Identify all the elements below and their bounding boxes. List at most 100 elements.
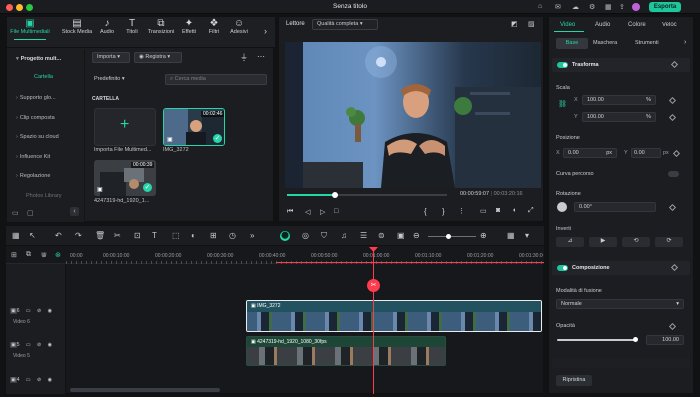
- play-back-icon[interactable]: ◁: [305, 208, 310, 216]
- import-media-tile[interactable]: +: [94, 108, 156, 146]
- playhead-line[interactable]: [373, 248, 374, 394]
- eye-icon[interactable]: ◉: [48, 377, 52, 383]
- more-tools-icon[interactable]: »: [250, 231, 254, 240]
- shield-icon[interactable]: ⛉: [321, 231, 327, 241]
- sidebar-item-progetto[interactable]: ▾ Progetto mult...: [16, 56, 78, 62]
- mark-out-icon[interactable]: }: [442, 207, 445, 216]
- lock-icon[interactable]: ⊘: [37, 342, 41, 348]
- zoom-in-icon[interactable]: ⊕: [480, 231, 487, 240]
- play-icon[interactable]: ▷: [320, 208, 325, 216]
- tab-lettore[interactable]: Lettore: [286, 21, 305, 27]
- timeline-scrollbar[interactable]: [70, 388, 220, 392]
- add-track-icon[interactable]: ⊞: [11, 251, 17, 259]
- sidebar-item-supporto[interactable]: › Supporto glo...: [16, 95, 78, 101]
- record-dropdown[interactable]: ◉ Registra ▾: [134, 52, 182, 63]
- cloud-icon[interactable]: ☁: [572, 3, 579, 11]
- curve-toggle[interactable]: [668, 171, 679, 177]
- chevron-down-icon[interactable]: ▾: [525, 231, 529, 240]
- stabilize-icon[interactable]: ⊞: [210, 231, 217, 240]
- eye-icon[interactable]: ◉: [48, 308, 52, 314]
- display-icon[interactable]: ▭: [480, 207, 487, 215]
- zoom-slider[interactable]: [428, 234, 476, 239]
- export-button[interactable]: Esporta: [649, 2, 681, 12]
- opacity-slider-handle[interactable]: [633, 337, 638, 342]
- microphone-icon[interactable]: ♫: [341, 231, 347, 240]
- flip-vertical-icon[interactable]: ▶: [589, 237, 617, 247]
- gift-icon[interactable]: ✉: [555, 3, 561, 11]
- import-dropdown[interactable]: Importa ▾: [92, 52, 130, 63]
- tab-colore[interactable]: Colore: [628, 22, 646, 28]
- more-options-icon[interactable]: ⋯: [257, 52, 265, 61]
- snap-icon[interactable]: ⊛: [55, 251, 61, 259]
- tab-file-multimediali[interactable]: ▣ File Multimediali: [10, 18, 50, 35]
- save-icon[interactable]: ⌂: [538, 3, 542, 10]
- lock-icon[interactable]: ⊘: [37, 308, 41, 314]
- transform-toggle[interactable]: [557, 62, 568, 68]
- tab-velocita[interactable]: Veloc: [662, 22, 692, 28]
- quality-dropdown[interactable]: Qualità completa ▾: [312, 19, 378, 30]
- player-progress-handle[interactable]: [332, 192, 338, 198]
- grid-icon[interactable]: ▦: [507, 231, 515, 240]
- link-track-icon[interactable]: ⧉: [26, 251, 31, 259]
- share-icon[interactable]: ⇪: [619, 3, 625, 11]
- composite-toggle[interactable]: [557, 265, 568, 271]
- scissors-icon[interactable]: ✂: [114, 231, 121, 240]
- rotation-field[interactable]: 0.00°: [574, 202, 656, 212]
- volume-icon[interactable]: ◖: [512, 207, 516, 214]
- color-palette-icon[interactable]: ◐: [191, 231, 196, 240]
- scissors-icon[interactable]: ✂: [367, 279, 380, 292]
- zoom-slider-handle[interactable]: [446, 234, 451, 239]
- fullscreen-icon[interactable]: ⤢: [528, 207, 534, 215]
- eye-icon[interactable]: ◉: [48, 342, 52, 348]
- timeline-clip-4247319[interactable]: ▣ 4247319-hd_1920_1080_30fps: [246, 336, 446, 366]
- flip-horizontal-icon[interactable]: ⊿: [556, 237, 584, 247]
- layout-icon[interactable]: ▦: [12, 231, 20, 240]
- mark-in-icon[interactable]: {: [424, 207, 427, 216]
- image-icon[interactable]: ▨: [528, 20, 535, 28]
- media-thumbnail-img3272[interactable]: 00:02:46 ✓ ▣: [163, 108, 225, 146]
- camera-icon[interactable]: ◙: [496, 207, 500, 214]
- tab-adesivi[interactable]: ☺ Adesivi: [219, 18, 259, 35]
- rotate-right-icon[interactable]: ⟳: [655, 237, 683, 247]
- folder-icon[interactable]: ▭: [26, 342, 31, 348]
- tab-audio-inspector[interactable]: Audio: [595, 22, 610, 28]
- settings-icon[interactable]: ⚙: [589, 3, 595, 11]
- render-icon[interactable]: ◎: [302, 231, 309, 240]
- reset-button[interactable]: Ripristina: [556, 375, 592, 386]
- text-icon[interactable]: T: [152, 231, 157, 240]
- sidebar-item-influence-kit[interactable]: › Influence Kit: [16, 154, 78, 160]
- sidebar-item-regolazione[interactable]: › Regolazione: [16, 173, 78, 179]
- timeline-clip-img3272[interactable]: ▣ IMG_3272: [246, 300, 542, 332]
- subtab-strumenti[interactable]: Strumenti: [635, 40, 669, 46]
- timer-icon[interactable]: ◷: [229, 231, 236, 240]
- video-preview[interactable]: [285, 42, 541, 188]
- speed-icon[interactable]: ⊜: [378, 231, 385, 240]
- delete-icon[interactable]: 🗑: [95, 231, 105, 240]
- magnet-icon[interactable]: ⋓: [41, 251, 47, 259]
- position-x-field[interactable]: 0.00 px: [563, 148, 617, 158]
- opacity-slider[interactable]: [557, 337, 638, 342]
- stop-icon[interactable]: □: [334, 208, 338, 215]
- scale-y-field[interactable]: 100.00%: [582, 112, 656, 122]
- voiceover-icon[interactable]: ☰: [360, 231, 367, 240]
- zoom-out-icon[interactable]: ⊖: [413, 231, 420, 240]
- layout-icon[interactable]: ▦: [605, 3, 612, 11]
- sidebar-item-cartella[interactable]: Cartella: [34, 74, 96, 80]
- lock-icon[interactable]: ⊘: [37, 377, 41, 383]
- opacity-field[interactable]: 100.00: [646, 335, 684, 345]
- previous-frame-icon[interactable]: ⏮: [287, 208, 293, 216]
- sidebar-item-cloud[interactable]: › Spazio su cloud: [16, 134, 78, 140]
- rotate-left-icon[interactable]: ⟲: [622, 237, 650, 247]
- ai-tool-icon[interactable]: ⬤: [280, 231, 290, 241]
- new-folder-icon[interactable]: ▭: [12, 209, 19, 217]
- sidebar-item-clip-composta[interactable]: › Clip composta: [16, 115, 78, 121]
- sort-dropdown[interactable]: Predefinito ▾: [94, 76, 125, 82]
- folder-icon[interactable]: ▢: [27, 209, 34, 217]
- collapse-sidebar-button[interactable]: ‹: [70, 207, 79, 216]
- more-options-icon[interactable]: ⋮: [458, 207, 465, 215]
- tab-video[interactable]: Video: [560, 22, 575, 28]
- redo-icon[interactable]: ↷: [75, 231, 82, 240]
- avatar[interactable]: [632, 3, 640, 11]
- snapshot-icon[interactable]: ◩: [511, 20, 518, 28]
- link-icon[interactable]: ⛓: [558, 100, 567, 108]
